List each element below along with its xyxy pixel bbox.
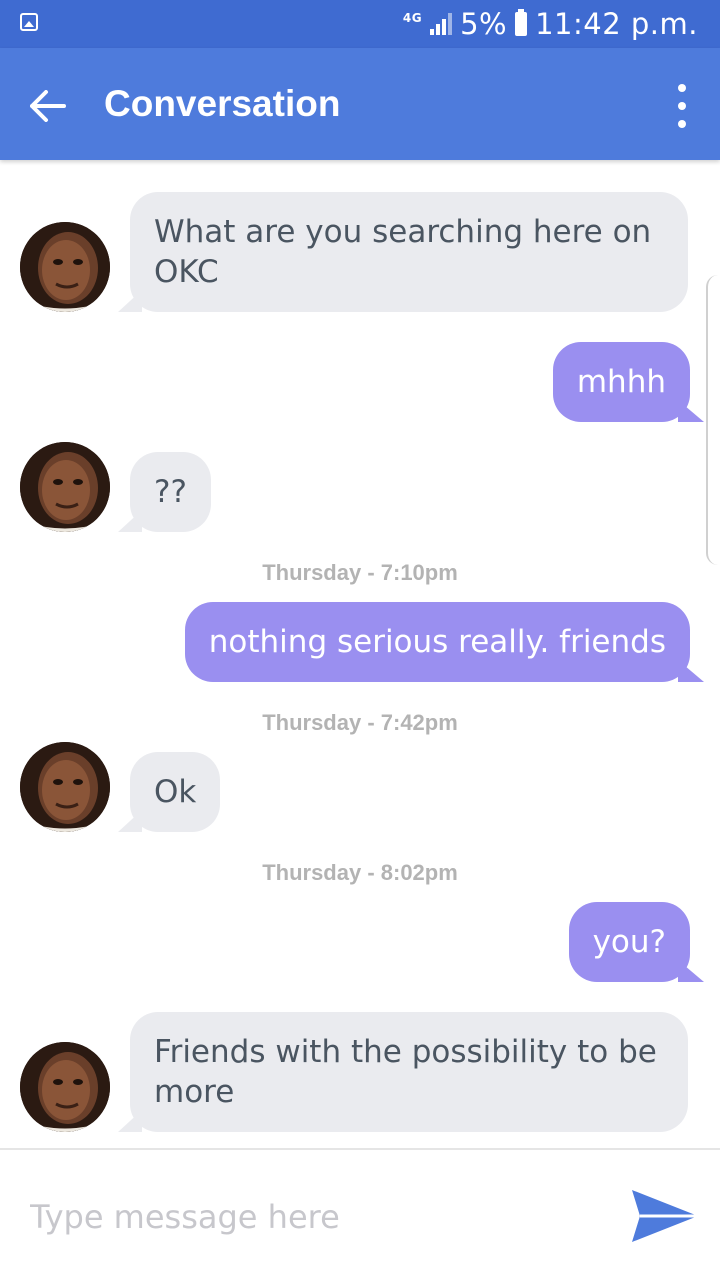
send-icon (632, 1190, 698, 1242)
avatar[interactable] (20, 222, 110, 312)
message-input[interactable] (28, 1190, 592, 1244)
outgoing-message[interactable]: mhhh (552, 342, 690, 422)
avatar[interactable] (20, 1042, 110, 1132)
avatar[interactable] (20, 442, 110, 532)
incoming-message[interactable]: Friends with the possibility to be more (130, 1012, 688, 1132)
timestamp: Thursday - 8:02pm (262, 860, 458, 885)
more-vert-icon (678, 84, 686, 92)
avatar[interactable] (20, 742, 110, 832)
signal-icon (430, 13, 453, 35)
send-button[interactable] (628, 1186, 700, 1246)
status-indicators: 4G 5% 11:42 p.m. (403, 7, 698, 41)
more-options-button[interactable] (670, 84, 694, 128)
battery-percent: 5% (460, 7, 508, 41)
clock: 11:42 p.m. (535, 7, 698, 41)
message-list[interactable]: What are you searching here on OKC mhhh … (0, 160, 720, 1148)
app-bar: Conversation (0, 48, 720, 160)
page-title: Conversation (104, 83, 341, 124)
gallery-icon (20, 13, 38, 31)
status-bar: 4G 5% 11:42 p.m. (0, 0, 720, 48)
back-arrow-icon (30, 90, 66, 122)
network-type: 4G (402, 11, 423, 25)
incoming-message[interactable]: What are you searching here on OKC (130, 192, 688, 312)
back-button[interactable] (22, 80, 74, 132)
outgoing-message[interactable]: nothing serious really. friends (184, 602, 690, 682)
timestamp: Thursday - 7:42pm (262, 710, 458, 735)
battery-icon (515, 9, 528, 36)
message-composer (0, 1148, 720, 1280)
scroll-edge (706, 275, 720, 565)
timestamp: Thursday - 7:10pm (262, 560, 458, 585)
outgoing-message[interactable]: you? (568, 902, 690, 982)
incoming-message[interactable]: ?? (130, 452, 211, 532)
incoming-message[interactable]: Ok (130, 752, 221, 832)
